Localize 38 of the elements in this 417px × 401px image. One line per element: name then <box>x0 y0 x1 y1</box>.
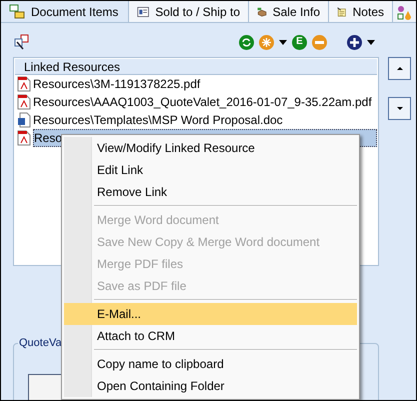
word-file-icon <box>17 112 31 128</box>
move-down-button[interactable] <box>388 97 411 120</box>
asterisk-icon <box>262 38 271 46</box>
caret-icon[interactable] <box>367 40 375 44</box>
group-title: QuoteVa <box>18 336 63 350</box>
menu-item[interactable]: Attach to CRM <box>64 325 357 347</box>
up-arrow-icon <box>396 67 402 70</box>
column-header[interactable]: Linked Resources <box>15 59 377 75</box>
remove-button[interactable] <box>312 34 327 50</box>
e-button[interactable]: E <box>292 34 307 50</box>
tab[interactable]: Document Items <box>1 1 129 22</box>
add-button[interactable] <box>347 34 362 50</box>
menu-item[interactable]: Open Containing Folder <box>64 375 357 397</box>
refresh-icon <box>242 38 251 46</box>
down-arrow-icon <box>396 107 402 110</box>
pdf-file-icon <box>17 94 31 110</box>
list-item[interactable]: Resources\Templates\MSP Word Proposal.doc <box>33 112 283 128</box>
shapes-icon[interactable] <box>397 5 411 21</box>
menu-item[interactable]: View/Modify Linked Resource <box>64 137 357 159</box>
caret-icon[interactable] <box>279 40 287 44</box>
move-up-button[interactable] <box>388 57 411 80</box>
menu-item[interactable]: Remove Link <box>64 181 357 203</box>
asterisk-button[interactable] <box>259 34 274 50</box>
list-item[interactable]: Resources\3M-1191378225.pdf <box>33 76 200 92</box>
menu-item[interactable]: E-Mail... <box>64 303 357 325</box>
tab[interactable]: Sale Info <box>249 1 329 22</box>
plus-icon <box>350 38 359 46</box>
list-item[interactable]: Resources\AAAQ1003_QuoteValet_2016-01-07_9-35.22am.pdf <box>33 94 372 110</box>
tab[interactable]: Notes <box>329 1 393 22</box>
minus-icon <box>315 40 324 44</box>
tab[interactable]: Sold to / Ship to <box>129 1 249 22</box>
pdf-file-icon <box>17 76 31 92</box>
windows-icon <box>9 4 25 20</box>
menu-item[interactable]: Edit Link <box>64 159 357 181</box>
refresh-button[interactable] <box>239 34 254 50</box>
edit-links-icon[interactable] <box>14 34 30 50</box>
menu-item[interactable]: Copy name to clipboard <box>64 353 357 375</box>
pdf-file-icon <box>17 130 31 146</box>
